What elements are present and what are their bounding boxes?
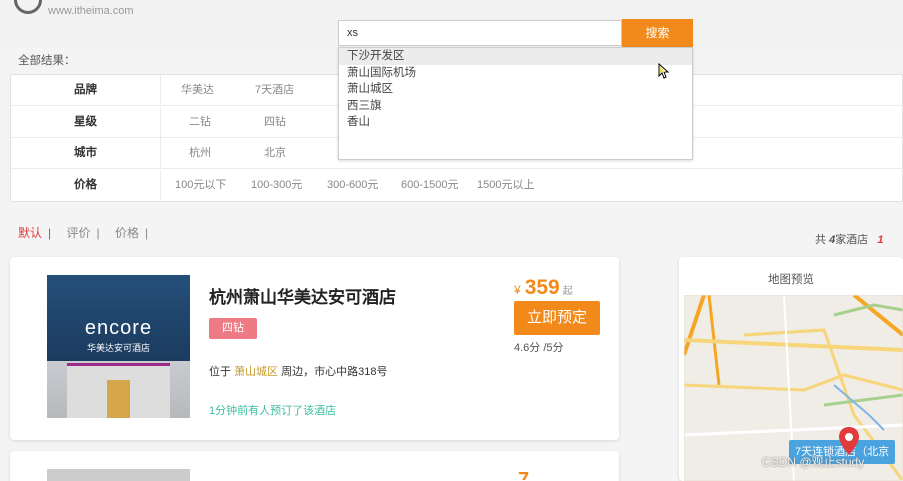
mouse-cursor-icon <box>658 63 670 79</box>
search-button[interactable]: 搜索 <box>622 19 693 47</box>
filter-option[interactable]: 1500元以上 <box>477 170 534 201</box>
filter-row-price: 价格 100元以下 100-300元 300-600元 600-1500元 15… <box>11 170 902 201</box>
filter-label: 星级 <box>11 107 161 138</box>
filter-label: 城市 <box>11 138 161 169</box>
address-prefix: 位于 <box>209 366 231 378</box>
hotel-card: encore 华美达安可酒店 杭州萧山华美达安可酒店 四钻 位于 萧山城区 周边… <box>10 257 619 440</box>
recent-booking-note: 1分钟前有人预订了该酒店 <box>209 405 337 417</box>
suggestion-item[interactable]: 香山 <box>339 114 692 131</box>
suggestion-item[interactable]: 萧山国际机场 <box>339 65 692 82</box>
hotel-door <box>107 380 130 418</box>
filter-option[interactable]: 北京 <box>264 138 286 169</box>
filter-label: 品牌 <box>11 75 161 106</box>
sort-separator: | <box>144 226 149 240</box>
all-results-label: 全部结果： <box>18 55 76 67</box>
sort-default[interactable]: 默认 | <box>18 226 57 240</box>
filter-option[interactable]: 杭州 <box>189 138 211 169</box>
map-panel: 地图预览 7天连锁酒店（北京 <box>679 257 903 481</box>
suggestion-item[interactable]: 下沙开发区 <box>339 48 692 65</box>
count-prefix: 共 <box>815 234 826 246</box>
hotel-building <box>67 363 170 418</box>
hotel-price: ¥359 起 <box>514 276 573 300</box>
filter-option[interactable]: 100元以下 <box>175 170 226 201</box>
filter-option[interactable]: 四钻 <box>264 107 286 138</box>
sort-label: 价格 <box>114 226 139 240</box>
result-count: 共 4家酒店 1 <box>815 231 883 247</box>
suggestion-item[interactable]: 萧山城区 <box>339 81 692 98</box>
book-now-button[interactable]: 立即预定 <box>514 301 600 335</box>
search-input[interactable]: xs <box>338 20 622 46</box>
star-badge: 四钻 <box>209 318 257 339</box>
sort-separator: | <box>48 226 52 240</box>
suggestion-item[interactable]: 西三旗 <box>339 98 692 115</box>
sort-label: 评价 <box>66 226 91 240</box>
hotel-name[interactable]: 杭州萧山华美达安可酒店 <box>209 283 396 308</box>
address-area: 萧山城区 <box>234 366 279 378</box>
address-detail: 周边，市心中路318号 <box>281 366 388 378</box>
filter-option[interactable]: 100-300元 <box>251 170 302 201</box>
hotel-score: 4.6分 /5分 <box>514 342 564 354</box>
filter-option[interactable]: 7天酒店 <box>255 75 294 106</box>
hotel-image[interactable] <box>47 469 190 481</box>
filter-option[interactable]: 300-600元 <box>327 170 378 201</box>
sort-label: 默认 <box>18 226 43 240</box>
hotel-image-logo: encore <box>84 317 153 339</box>
map-title: 地图预览 <box>768 274 814 286</box>
page-number[interactable]: 1 <box>877 234 883 246</box>
sort-separator: | <box>96 226 100 240</box>
hotel-price-partial: 7 <box>518 469 530 480</box>
logo-url: www.itheima.com <box>48 5 134 17</box>
hotel-image[interactable]: encore 华美达安可酒店 <box>47 275 190 418</box>
hotel-image-subtitle: 华美达安可酒店 <box>86 343 150 353</box>
filter-label: 价格 <box>11 170 161 201</box>
sort-rating[interactable]: 评价 | <box>66 226 105 240</box>
logo-icon[interactable] <box>14 0 42 14</box>
price-suffix: 起 <box>562 286 573 297</box>
count-suffix: 家酒店 <box>835 234 869 246</box>
sort-bar: 默认 | 评价 | 价格 | <box>18 224 160 241</box>
sort-price[interactable]: 价格 | <box>115 226 154 240</box>
price-value: 359 <box>524 276 560 299</box>
filter-option[interactable]: 二钻 <box>189 107 211 138</box>
filter-option[interactable]: 600-1500元 <box>401 170 459 201</box>
hotel-address: 位于 萧山城区 周边，市心中路318号 <box>209 363 387 379</box>
filter-option[interactable]: 华美达 <box>181 75 214 106</box>
watermark: CSDN @观止study <box>762 455 865 469</box>
currency-symbol: ¥ <box>514 283 521 297</box>
search-suggestion-list: 下沙开发区 萧山国际机场 萧山城区 西三旗 香山 <box>338 47 693 160</box>
